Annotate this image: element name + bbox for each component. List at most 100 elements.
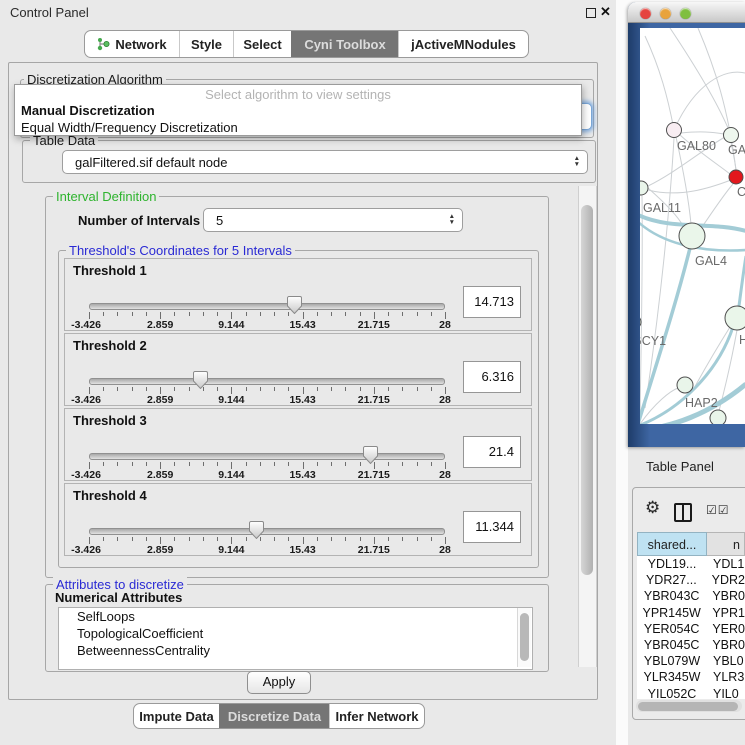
table-row[interactable]: YBR045CYBR0 [637,637,745,653]
attribute-list-item[interactable]: SelfLoops [59,608,532,625]
network-node[interactable] [640,181,648,195]
cell-name[interactable]: YDR2 [706,572,745,588]
network-node[interactable] [710,410,726,424]
tick-mark [374,312,375,319]
cell-name[interactable]: YPR1 [706,605,745,621]
threshold-value-box[interactable]: 14.713 [463,286,521,318]
network-edge[interactable] [640,195,642,418]
network-node[interactable] [677,377,693,393]
slider-track[interactable] [89,303,445,310]
cell-name[interactable]: YBR0 [706,588,745,604]
table-row[interactable]: YBL079WYBL0 [637,653,745,669]
tick-mark [431,387,432,391]
network-node[interactable] [724,128,739,143]
column-layout-icon[interactable] [674,503,692,522]
network-edge[interactable] [692,327,730,392]
tab-infer-network[interactable]: Infer Network [329,704,424,728]
gear-icon[interactable]: ⚙ [645,498,660,518]
float-window-icon[interactable] [586,8,596,18]
cell-shared-name[interactable]: YLR345W [637,669,707,685]
tick-mark [331,387,332,391]
table-row[interactable]: YDR27...YDR2 [637,572,745,588]
tick-mark [89,537,90,544]
cell-shared-name[interactable]: YBL079W [637,653,707,669]
network-edge[interactable] [681,132,724,134]
dropdown-option-equal-width[interactable]: Equal Width/Frequency Discretization [15,119,581,136]
slider-track[interactable] [89,453,445,460]
cell-shared-name[interactable]: YBR043C [637,588,706,604]
tick-mark [189,462,190,466]
slider-track[interactable] [89,378,445,385]
cell-name[interactable]: YLR3 [707,669,745,685]
network-edge[interactable] [674,72,745,130]
tab-network[interactable]: Network [85,31,179,57]
scale-tick-label: 2.859 [147,394,173,406]
network-edge-highlighted[interactable] [739,256,745,306]
checkbox-options-icon[interactable]: ☑☑ [706,503,730,517]
tick-mark [146,387,147,391]
table-row[interactable]: YBR043CYBR0 [637,588,745,604]
table-horizontal-scrollbar[interactable] [636,700,742,712]
tab-style[interactable]: Style [179,31,233,57]
network-window-titlebar[interactable] [628,2,745,23]
cell-name[interactable]: YBL0 [707,653,745,669]
column-header-shared[interactable]: shared... [637,532,707,556]
tick-mark [360,312,361,316]
network-edge[interactable] [645,36,674,130]
table-row[interactable]: YLR345WYLR3 [637,669,745,685]
scale-tick-label: 21.715 [358,469,390,481]
tab-cyni-toolbox[interactable]: Cyni Toolbox [291,31,398,57]
tick-mark [132,312,133,316]
cell-shared-name[interactable]: YIL052C [637,686,707,700]
attribute-list-item[interactable]: BetweennessCentrality [59,642,532,659]
network-edge[interactable] [702,184,733,227]
tab-discretize-data[interactable]: Discretize Data [219,704,329,728]
network-node[interactable] [667,123,682,138]
cell-name[interactable]: YER0 [706,621,745,637]
tab-select[interactable]: Select [233,31,291,57]
cell-name[interactable]: YDL1 [707,556,745,572]
network-node[interactable] [725,306,745,330]
network-node[interactable] [679,223,705,249]
close-traffic-light-icon[interactable] [640,8,651,19]
tab-impute-data[interactable]: Impute Data [134,704,219,728]
tick-mark [402,312,403,316]
list-scrollbar[interactable] [517,608,531,667]
threshold-value-box[interactable]: 6.316 [463,361,521,393]
network-node[interactable] [729,170,743,184]
table-row[interactable]: YPR145WYPR1 [637,605,745,621]
cell-name[interactable]: YBR0 [706,637,745,653]
zoom-traffic-light-icon[interactable] [680,8,691,19]
table-data-value: galFiltered.sif default node [63,155,227,170]
table-row[interactable]: YDL19...YDL1 [637,556,745,572]
threshold-value-box[interactable]: 21.4 [463,436,521,468]
cell-shared-name[interactable]: YDR27... [637,572,706,588]
cell-shared-name[interactable]: YPR145W [637,605,706,621]
thresholds-group-label: Threshold's Coordinates for 5 Intervals [66,243,295,258]
tick-mark [445,312,446,319]
table-data-combobox[interactable]: galFiltered.sif default node ▲▼ [62,150,588,174]
dropdown-option-manual[interactable]: Manual Discretization [15,102,581,119]
close-icon[interactable]: ✕ [600,4,611,20]
attribute-list-item[interactable]: TopologicalCoefficient [59,625,532,642]
cell-shared-name[interactable]: YDL19... [637,556,707,572]
slider-track[interactable] [89,528,445,535]
apply-button[interactable]: Apply [247,671,311,694]
tick-mark [402,537,403,541]
table-row[interactable]: YER054CYER0 [637,621,745,637]
number-of-intervals-combobox[interactable]: 5 ▲▼ [203,208,463,232]
cell-shared-name[interactable]: YBR045C [637,637,706,653]
threshold-value-box[interactable]: 11.344 [463,511,521,543]
network-node[interactable] [640,315,641,329]
tab-jactivemnodules[interactable]: jActiveMNodules [398,31,528,57]
column-header-name[interactable]: n [707,532,745,556]
network-edge[interactable] [645,138,674,408]
network-edge[interactable] [670,28,728,128]
network-edge[interactable] [648,180,731,193]
network-canvas[interactable]: GAL80GACGAL11GAL4GCY1HHAP2 [640,28,745,424]
panel-scrollbar[interactable] [578,186,597,667]
minimize-traffic-light-icon[interactable] [660,8,671,19]
cell-name[interactable]: YIL0 [707,686,745,700]
table-row[interactable]: YIL052CYIL0 [637,686,745,700]
cell-shared-name[interactable]: YER054C [637,621,706,637]
